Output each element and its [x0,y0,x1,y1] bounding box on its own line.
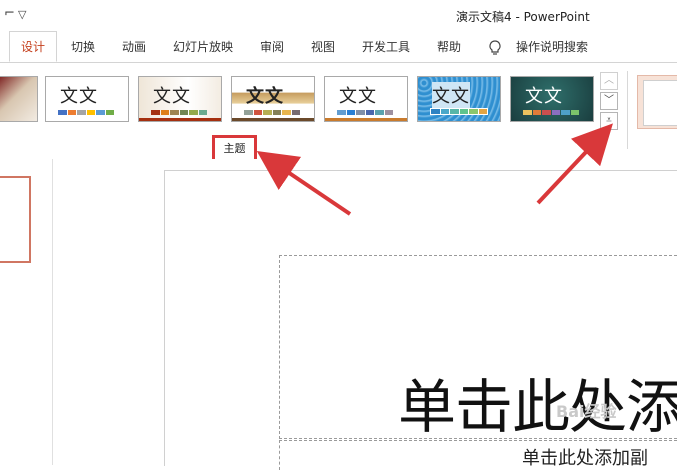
tab-view[interactable]: 视图 [311,32,335,61]
theme-sample-text: 文文 [525,86,563,107]
theme-sample-text: 文文 [60,86,98,107]
more-icon[interactable]: ⩡ [600,112,618,130]
tab-slideshow[interactable]: 幻灯片放映 [173,32,233,61]
color-swatches [430,108,488,115]
theme-sample-text: 文文 [432,82,470,108]
design-ribbon: 文文 文文 文文 文文 文文 文文 ︿ ﹀ ⩡ [0,62,677,160]
tab-animations[interactable]: 动画 [122,32,146,61]
variant-thumbnail-preview [643,80,677,126]
title-placeholder-text: 单击此处添 [398,373,677,441]
watermark: Bai经验 [556,402,617,421]
theme-sample-text: 文文 [153,86,191,107]
variant-thumbnail[interactable] [637,75,677,129]
color-swatches [337,110,393,115]
tab-design[interactable]: 设计 [9,31,57,62]
customize-quick-access-icon[interactable]: ▽ [18,8,26,21]
tab-help[interactable]: 帮助 [437,32,461,61]
color-swatches [523,110,579,115]
tab-developer[interactable]: 开发工具 [362,32,410,61]
lightbulb-icon[interactable] [488,32,502,61]
undo-icon[interactable]: ⌐ [4,6,15,21]
slide-thumbnail-selected[interactable] [0,176,31,263]
theme-sample-text: 文文 [246,86,284,107]
theme-accent-bar [325,118,407,121]
color-swatches [151,110,207,115]
themes-group-label: 主题 [223,142,246,155]
tab-review[interactable]: 审阅 [260,32,284,61]
theme-thumbnail-partial[interactable] [0,76,38,122]
title-bar: ⌐ ▽ 演示文稿4 - PowerPoint [0,0,677,30]
theme-accent-bar [232,118,314,121]
theme-gallery-scroll: ︿ ﹀ ⩡ [600,72,618,132]
theme-sample-text: 文文 [339,86,377,107]
theme-thumbnail-1[interactable]: 文文 [45,76,129,122]
theme-thumbnail-5[interactable]: 文文 [417,76,501,122]
color-swatches [244,110,300,115]
theme-accent-bar [139,118,221,121]
ribbon-tabs: 设计 切换 动画 幻灯片放映 审阅 视图 开发工具 帮助 操作说明搜索 [0,31,677,62]
theme-thumbnail-4[interactable]: 文文 [324,76,408,122]
chevron-up-icon[interactable]: ︿ [600,72,618,90]
tell-me-search[interactable]: 操作说明搜索 [516,32,588,61]
theme-thumbnail-2[interactable]: 文文 [138,76,222,122]
subtitle-placeholder-text: 单击此处添加副 [522,448,648,469]
chevron-down-icon[interactable]: ﹀ [600,92,618,110]
theme-thumbnail-3[interactable]: 文文 [231,76,315,122]
tab-transitions[interactable]: 切换 [71,32,95,61]
window-title: 演示文稿4 - PowerPoint [456,10,590,24]
group-divider [627,71,628,149]
color-swatches [58,110,114,115]
theme-thumbnail-6[interactable]: 文文 [510,76,594,122]
